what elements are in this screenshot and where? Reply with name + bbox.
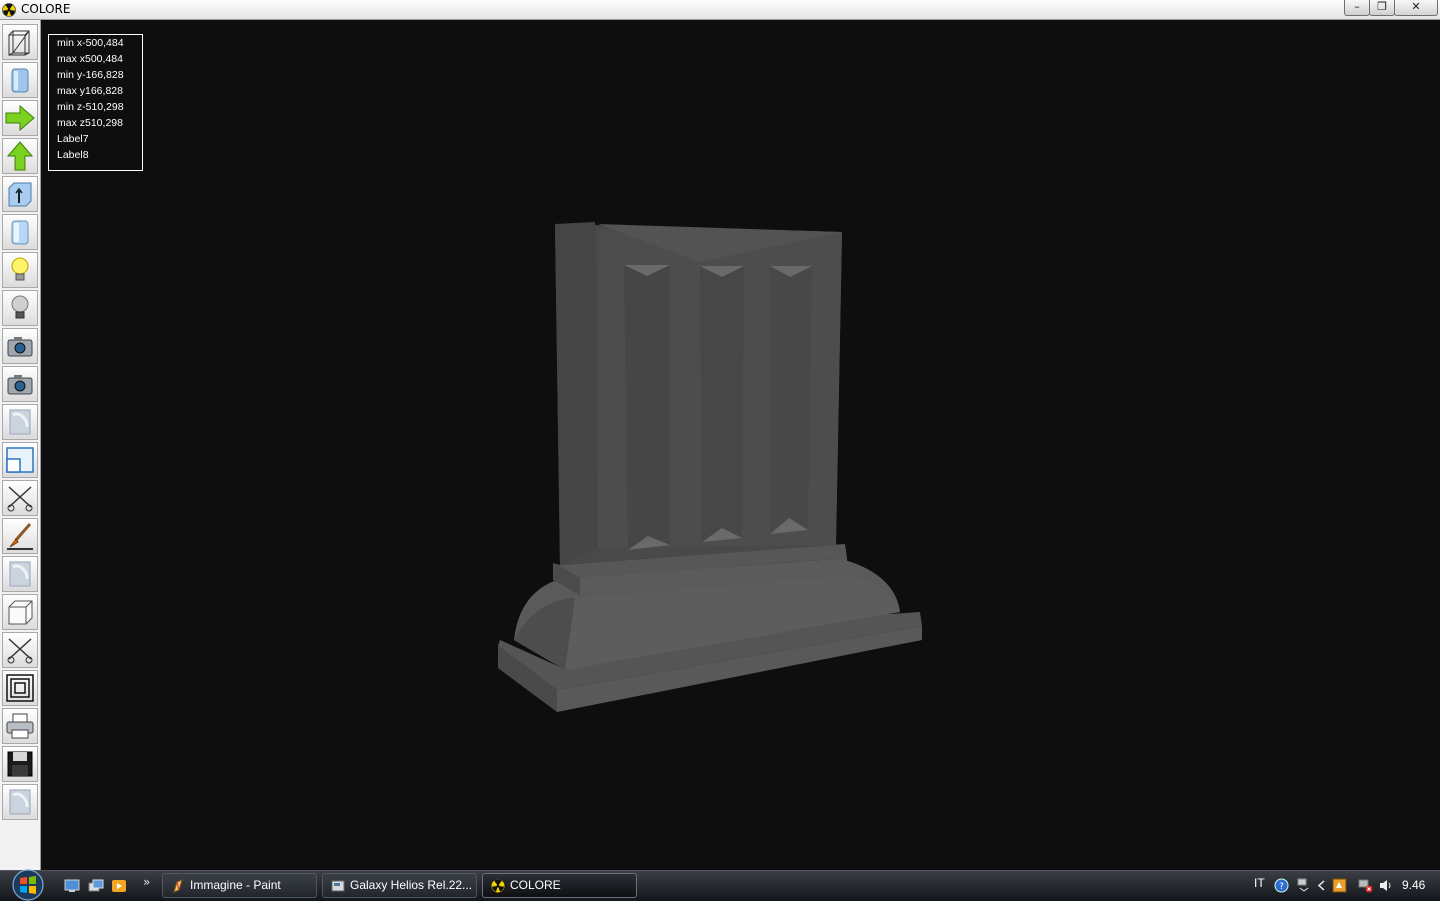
radiation-icon bbox=[2, 3, 16, 17]
title-bar[interactable]: COLORE – ❐ ✕ bbox=[0, 0, 1440, 20]
taskbar-item-colore[interactable]: COLORE bbox=[482, 873, 637, 898]
start-button[interactable] bbox=[9, 869, 47, 901]
taskbar: » Immagine - Paint Galaxy Helios Rel.22.… bbox=[0, 869, 1440, 901]
window-view-button[interactable] bbox=[2, 442, 38, 478]
volume-icon[interactable] bbox=[1378, 878, 1393, 893]
texture-icon bbox=[9, 409, 31, 435]
max-z-label: max z510,298 bbox=[57, 117, 123, 129]
green-arrow-right-icon bbox=[5, 104, 35, 132]
save-button[interactable] bbox=[2, 746, 38, 782]
lightbulb-on-icon bbox=[11, 257, 29, 281]
tool-sidebar bbox=[0, 20, 41, 870]
chevron-left-icon[interactable] bbox=[1314, 878, 1329, 893]
taskbar-item-paint[interactable]: Immagine - Paint bbox=[162, 873, 317, 898]
radiation-icon bbox=[491, 879, 505, 893]
cube-button[interactable] bbox=[2, 594, 38, 630]
camera-button-2[interactable] bbox=[2, 366, 38, 402]
window-view-icon bbox=[6, 447, 34, 473]
solid-tool-button[interactable] bbox=[2, 62, 38, 98]
label8: Label8 bbox=[57, 149, 89, 161]
help-icon[interactable]: ? bbox=[1274, 878, 1289, 893]
light-off-button[interactable] bbox=[2, 290, 38, 326]
rotate-right-button[interactable] bbox=[2, 100, 38, 136]
info-box-icon bbox=[8, 182, 32, 207]
camera-icon bbox=[7, 375, 33, 395]
maximize-button[interactable]: ❐ bbox=[1369, 0, 1395, 16]
min-x-label: min x-500,484 bbox=[57, 37, 124, 49]
print-button[interactable] bbox=[2, 708, 38, 744]
green-arrow-up-icon bbox=[6, 141, 34, 171]
lightbulb-off-icon bbox=[11, 295, 29, 319]
pedestal-model bbox=[498, 222, 922, 712]
quick-launch-more-button[interactable]: » bbox=[143, 875, 150, 889]
solid-cylinder-icon bbox=[11, 68, 29, 93]
shade-tool-button[interactable] bbox=[2, 214, 38, 250]
clock[interactable]: 9.46 bbox=[1402, 878, 1425, 892]
cube-icon bbox=[8, 600, 33, 625]
svg-text:?: ? bbox=[1279, 882, 1284, 892]
camera-button-1[interactable] bbox=[2, 328, 38, 364]
3d-viewport[interactable] bbox=[41, 20, 1440, 870]
texture-icon bbox=[9, 789, 31, 815]
max-y-label: max y166,828 bbox=[57, 85, 123, 97]
texture-button-3[interactable] bbox=[2, 784, 38, 820]
show-desktop-icon[interactable] bbox=[64, 879, 80, 893]
switch-windows-icon[interactable] bbox=[88, 879, 104, 893]
window-title: COLORE bbox=[21, 2, 71, 16]
scissors-icon bbox=[7, 638, 33, 664]
wireframe-tool-button[interactable] bbox=[2, 24, 38, 60]
nested-squares-icon bbox=[6, 674, 34, 702]
label7: Label7 bbox=[57, 133, 89, 145]
paint-button[interactable] bbox=[2, 518, 38, 554]
paintbrush-icon bbox=[7, 523, 33, 550]
network-icon[interactable] bbox=[1296, 878, 1311, 893]
shade-cylinder-icon bbox=[11, 220, 29, 245]
max-x-label: max x500,484 bbox=[57, 53, 123, 65]
light-on-button[interactable] bbox=[2, 252, 38, 288]
language-indicator[interactable]: IT bbox=[1254, 876, 1265, 890]
frames-button[interactable] bbox=[2, 670, 38, 706]
close-button[interactable]: ✕ bbox=[1394, 0, 1438, 16]
taskbar-item-label: COLORE bbox=[510, 878, 561, 892]
paint-icon bbox=[173, 879, 183, 893]
taskbar-item-label: Immagine - Paint bbox=[190, 878, 281, 892]
texture-icon bbox=[9, 561, 31, 587]
min-y-label: min y-166,828 bbox=[57, 69, 124, 81]
security-icon[interactable] bbox=[1332, 878, 1347, 893]
info-box-button[interactable] bbox=[2, 176, 38, 212]
camera-icon bbox=[7, 337, 33, 357]
media-player-icon[interactable] bbox=[111, 879, 127, 893]
floppy-disk-icon bbox=[7, 751, 33, 777]
texture-button-2[interactable] bbox=[2, 556, 38, 592]
wireframe-cube-icon bbox=[8, 30, 30, 56]
minimize-button[interactable]: – bbox=[1344, 0, 1370, 16]
taskbar-item-galaxy-helios[interactable]: Galaxy Helios Rel.22... bbox=[322, 873, 477, 898]
rotate-up-button[interactable] bbox=[2, 138, 38, 174]
texture-button-1[interactable] bbox=[2, 404, 38, 440]
scissors-icon bbox=[7, 486, 33, 512]
galaxy-icon bbox=[331, 880, 345, 892]
min-z-label: min z-510,298 bbox=[57, 101, 124, 113]
bounds-info-panel: min x-500,484 max x500,484 min y-166,828… bbox=[48, 34, 143, 171]
network-error-icon[interactable] bbox=[1358, 878, 1373, 893]
printer-icon bbox=[6, 713, 34, 739]
cut-button-1[interactable] bbox=[2, 480, 38, 516]
cut-button-2[interactable] bbox=[2, 632, 38, 668]
taskbar-item-label: Galaxy Helios Rel.22... bbox=[350, 878, 473, 892]
